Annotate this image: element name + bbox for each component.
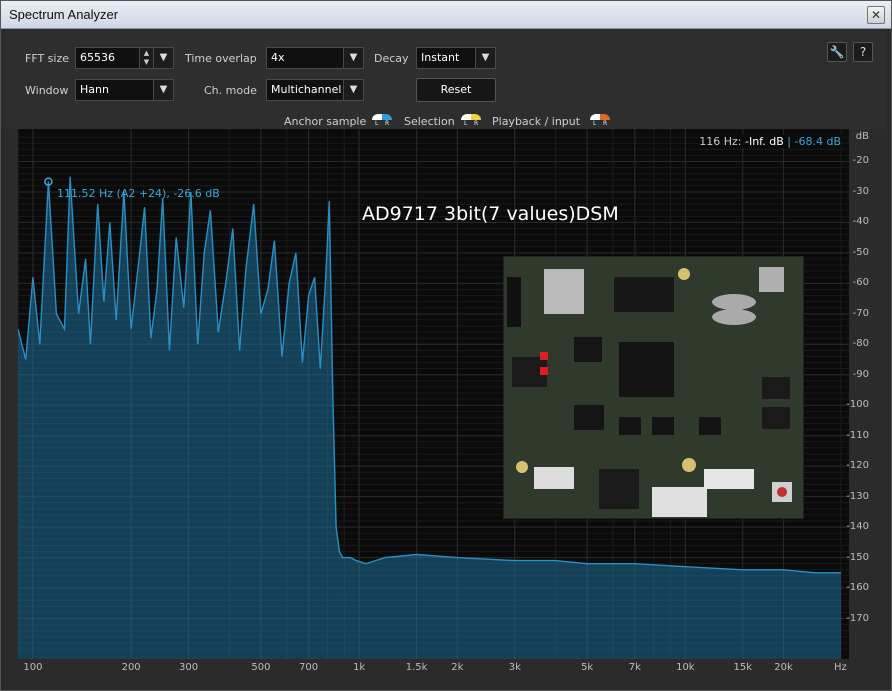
y-tick-label: -30 — [852, 185, 869, 197]
window-value: Hann — [80, 83, 109, 96]
y-tick-label: -160 — [846, 582, 869, 594]
y-tick-label: -170 — [846, 612, 869, 624]
window-select[interactable]: Hann ▼ — [75, 79, 174, 101]
x-tick-label: 3k — [508, 662, 521, 673]
swatch-l: L — [375, 120, 379, 126]
y-tick-label: -70 — [852, 307, 869, 319]
wrench-icon[interactable]: 🔧 — [827, 42, 847, 62]
swatch-r: R — [385, 120, 390, 126]
x-tick-label: 2k — [451, 662, 464, 673]
readout-left-db: -Inf. dB — [745, 135, 784, 148]
ch-mode-value: Multichannel — [271, 83, 342, 96]
anchor-sample-label: Anchor sample — [284, 115, 367, 128]
window-title: Spectrum Analyzer — [9, 7, 119, 22]
chevron-down-icon[interactable]: ▼ — [153, 48, 173, 68]
y-tick-label: -90 — [852, 368, 869, 380]
ch-mode-label: Ch. mode — [204, 84, 257, 97]
y-tick-label: -120 — [846, 460, 869, 472]
y-unit-label: dB — [855, 131, 869, 142]
fft-size-value: 65536 — [80, 51, 115, 64]
anchor-sample-swatch[interactable]: L R — [372, 114, 392, 126]
x-tick-label: 15k — [733, 662, 753, 673]
swatch-r: R — [474, 120, 479, 126]
chevron-down-icon[interactable]: ▼ — [343, 80, 363, 100]
x-tick-label: 200 — [121, 662, 141, 673]
overlay-title: AD9717 3bit(7 values)DSM — [362, 203, 619, 225]
window-label: Window — [25, 84, 69, 97]
y-tick-label: -150 — [846, 551, 869, 563]
x-unit-label: Hz — [834, 662, 847, 673]
selection-swatch[interactable]: L R — [461, 114, 481, 126]
time-overlap-label: Time overlap — [185, 52, 257, 65]
y-tick-label: -110 — [846, 429, 869, 441]
chevron-down-icon[interactable]: ▼ — [153, 80, 173, 100]
fft-size-select[interactable]: 65536 ▲ ▼ ▼ — [75, 47, 174, 69]
x-tick-label: 7k — [628, 662, 641, 673]
time-overlap-select[interactable]: 4x ▼ — [266, 47, 364, 69]
ch-mode-select[interactable]: Multichannel ▼ — [266, 79, 364, 101]
y-tick-label: -20 — [852, 155, 869, 167]
peak-label: 111.52 Hz (A2 +24), -26.6 dB — [57, 187, 220, 200]
spin-down-icon[interactable]: ▼ — [140, 58, 153, 67]
y-tick-label: -60 — [852, 277, 869, 289]
swatch-l: L — [593, 120, 597, 126]
x-tick-label: 700 — [299, 662, 319, 673]
readout-right-db: -68.4 dB — [794, 135, 842, 148]
x-tick-label: 100 — [23, 662, 43, 673]
y-tick-label: -100 — [846, 399, 869, 411]
pcb-photo-image — [503, 256, 804, 519]
decay-select[interactable]: Instant ▼ — [416, 47, 496, 69]
y-tick-label: -140 — [846, 521, 869, 533]
swatch-l: L — [464, 120, 468, 126]
swatch-r: R — [603, 120, 608, 126]
cursor-readout: 116 Hz: -Inf. dB | -68.4 dB — [699, 135, 841, 148]
x-tick-label: 300 — [179, 662, 199, 673]
x-tick-label: 20k — [774, 662, 793, 673]
x-tick-label: 1k — [353, 662, 366, 673]
y-tick-label: -80 — [852, 338, 869, 350]
spin-up-icon[interactable]: ▲ — [140, 49, 153, 58]
time-overlap-value: 4x — [271, 51, 285, 64]
chevron-down-icon[interactable]: ▼ — [343, 48, 363, 68]
close-button[interactable]: ✕ — [867, 6, 885, 24]
title-bar[interactable]: Spectrum Analyzer ✕ — [1, 1, 891, 29]
y-tick-label: -130 — [846, 490, 869, 502]
y-tick-label: -40 — [852, 216, 869, 228]
fft-size-label: FFT size — [25, 52, 70, 65]
readout-freq: 116 Hz: — [699, 135, 742, 148]
x-tick-label: 10k — [676, 662, 695, 673]
help-icon[interactable]: ? — [853, 42, 873, 62]
fft-size-spinner[interactable]: ▲ ▼ — [139, 48, 153, 68]
readout-separator: | — [787, 135, 791, 148]
decay-label: Decay — [374, 52, 409, 65]
playback-input-label: Playback / input — [492, 115, 581, 128]
spectrum-analyzer-window: Spectrum Analyzer ✕ FFT size 65536 ▲ ▼ ▼… — [0, 0, 892, 691]
x-tick-label: 1.5k — [405, 662, 428, 673]
y-tick-label: -50 — [852, 246, 869, 258]
x-tick-label: 5k — [581, 662, 594, 673]
selection-label: Selection — [404, 115, 455, 128]
x-tick-label: 500 — [251, 662, 271, 673]
playback-swatch[interactable]: L R — [590, 114, 610, 126]
decay-value: Instant — [421, 51, 460, 64]
chevron-down-icon[interactable]: ▼ — [475, 48, 495, 68]
reset-button[interactable]: Reset — [416, 78, 496, 102]
